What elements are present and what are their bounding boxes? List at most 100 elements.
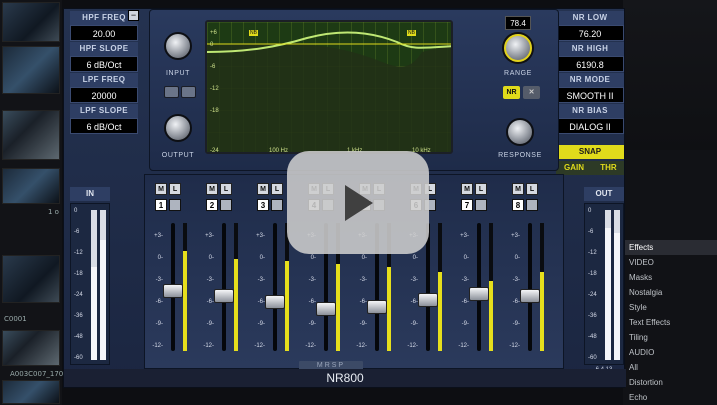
clip-thumbnail[interactable] — [2, 110, 60, 160]
param-nr-mode[interactable]: NR MODE SMOOTH II — [556, 73, 624, 103]
nr-high-marker[interactable]: NB — [407, 30, 416, 36]
response-knob[interactable] — [506, 118, 534, 146]
channel-fader[interactable] — [163, 283, 183, 298]
eq-mode-button[interactable] — [164, 86, 179, 98]
fx-list-item[interactable]: Masks — [623, 270, 717, 285]
fx-list-item[interactable]: Tiling — [623, 330, 717, 345]
channel-number: 8 — [512, 199, 524, 211]
listen-button[interactable]: L — [475, 183, 487, 195]
param-lpf-slope[interactable]: LPF SLOPE 6 dB/Oct — [70, 104, 138, 134]
channel-fader[interactable] — [214, 289, 234, 303]
fx-list-item[interactable]: Distortion — [623, 375, 717, 390]
fader-scale-tick: 0- — [463, 255, 469, 261]
channel-meter-level — [234, 258, 238, 351]
fx-list-item[interactable]: AUDIO — [623, 345, 717, 360]
range-knob[interactable] — [504, 34, 532, 62]
param-value[interactable]: 76.20 — [556, 25, 624, 41]
channel-bypass-button[interactable] — [475, 199, 487, 211]
meter-scale-tick: -12 — [588, 250, 597, 256]
param-hpf-slope[interactable]: HPF SLOPE 6 dB/Oct — [70, 42, 138, 72]
channel-fader[interactable] — [316, 302, 336, 317]
clip-thumbnail[interactable] — [2, 255, 60, 303]
fader-scale-tick: -6- — [308, 299, 316, 305]
minimize-button[interactable]: − — [128, 10, 139, 21]
channel-fader[interactable] — [520, 289, 540, 303]
fx-list-item[interactable]: Nostalgia — [623, 285, 717, 300]
link-button[interactable]: ✕ — [523, 86, 540, 99]
fader-scale-tick: -6- — [359, 299, 367, 305]
param-value[interactable]: 20000 — [70, 87, 138, 103]
nr-low-marker[interactable]: NB — [249, 30, 258, 36]
mute-button[interactable]: M — [155, 183, 167, 195]
gain-thr-toggle[interactable]: GAIN THR — [556, 161, 624, 175]
channel-bypass-button[interactable] — [220, 199, 232, 211]
channel-number: 3 — [257, 199, 269, 211]
fader-scale-tick: -9- — [359, 321, 367, 327]
channel-fader[interactable] — [367, 300, 387, 314]
nr-button[interactable]: NR — [503, 86, 520, 99]
param-nr-high[interactable]: NR HIGH 6190.8 — [556, 42, 624, 72]
fx-list-item[interactable]: Effects — [623, 240, 717, 255]
fx-list-item[interactable]: VIDEO — [623, 255, 717, 270]
param-value[interactable]: 20.00 — [70, 25, 138, 41]
channel-strip: M L 8 +3- 0- -3- -6- -9- -12- — [506, 175, 552, 365]
param-value[interactable]: SMOOTH II — [556, 87, 624, 103]
listen-button[interactable]: L — [271, 183, 283, 195]
plugin-title: NR800 — [64, 369, 626, 387]
y-tick: -12 — [210, 86, 219, 92]
snap-button[interactable]: SNAP — [556, 145, 624, 159]
channel-bypass-button[interactable] — [526, 199, 538, 211]
fx-list-item[interactable]: Echo — [623, 390, 717, 405]
param-lpf-freq[interactable]: LPF FREQ 20000 — [70, 73, 138, 103]
fader-scale-tick: -12- — [152, 343, 163, 349]
channel-strip: M L 2 +3- 0- -3- -6- -9- -12- — [200, 175, 246, 365]
channel-fader[interactable] — [469, 286, 489, 301]
y-tick: -18 — [210, 108, 219, 114]
channel-meter — [183, 223, 187, 351]
param-value[interactable]: 6 dB/Oct — [70, 56, 138, 72]
channel-fader[interactable] — [265, 294, 285, 309]
input-knob[interactable] — [164, 32, 192, 60]
clip-thumbnail[interactable] — [2, 330, 60, 366]
mute-button[interactable]: M — [461, 183, 473, 195]
fader-scale-tick: -6- — [410, 299, 418, 305]
level-fill — [91, 267, 97, 360]
param-nr-low[interactable]: NR LOW 76.20 — [556, 11, 624, 41]
param-label: NR LOW — [556, 11, 624, 25]
clip-thumbnail[interactable] — [2, 168, 60, 204]
fader-scale-tick: -6- — [512, 299, 520, 305]
eq-curve-graph[interactable]: +6 0 -6 -12 -18 -24 100 Hz 1 kHz 10 kHz … — [205, 20, 453, 154]
listen-button[interactable]: L — [220, 183, 232, 195]
listen-button[interactable]: L — [526, 183, 538, 195]
param-value[interactable]: 6190.8 — [556, 56, 624, 72]
param-label: NR MODE — [556, 73, 624, 87]
channel-fader[interactable] — [418, 293, 438, 308]
output-knob[interactable] — [164, 114, 192, 142]
param-nr-bias[interactable]: NR BIAS DIALOG II — [556, 104, 624, 134]
meter-scale-tick: -12 — [74, 250, 83, 256]
param-value[interactable]: DIALOG II — [556, 118, 624, 134]
play-button[interactable] — [287, 151, 429, 254]
out-label: OUT — [584, 187, 624, 201]
eq-mode-button[interactable] — [181, 86, 196, 98]
mute-button[interactable]: M — [512, 183, 524, 195]
channel-meter — [438, 223, 442, 351]
clip-thumbnail[interactable] — [2, 2, 60, 42]
channel-bypass-button[interactable] — [169, 199, 181, 211]
host-effects-browser: Effects VIDEO Masks Nostalgia Style Text Effe… — [623, 0, 717, 405]
level-bar — [91, 210, 97, 360]
clip-thumbnail[interactable] — [2, 46, 60, 94]
channel-meter-level — [285, 261, 289, 351]
fx-list-item[interactable]: All — [623, 360, 717, 375]
fx-list-item[interactable]: Text Effects — [623, 315, 717, 330]
mute-button[interactable]: M — [257, 183, 269, 195]
channel-bypass-button[interactable] — [271, 199, 283, 211]
fx-list-item[interactable]: Style — [623, 300, 717, 315]
level-bar — [614, 210, 620, 360]
clip-thumbnail[interactable] — [2, 380, 60, 404]
listen-button[interactable]: L — [169, 183, 181, 195]
fader-scale-tick: +3- — [154, 233, 163, 239]
mute-button[interactable]: M — [206, 183, 218, 195]
param-value[interactable]: 6 dB/Oct — [70, 118, 138, 134]
in-label: IN — [70, 187, 110, 201]
